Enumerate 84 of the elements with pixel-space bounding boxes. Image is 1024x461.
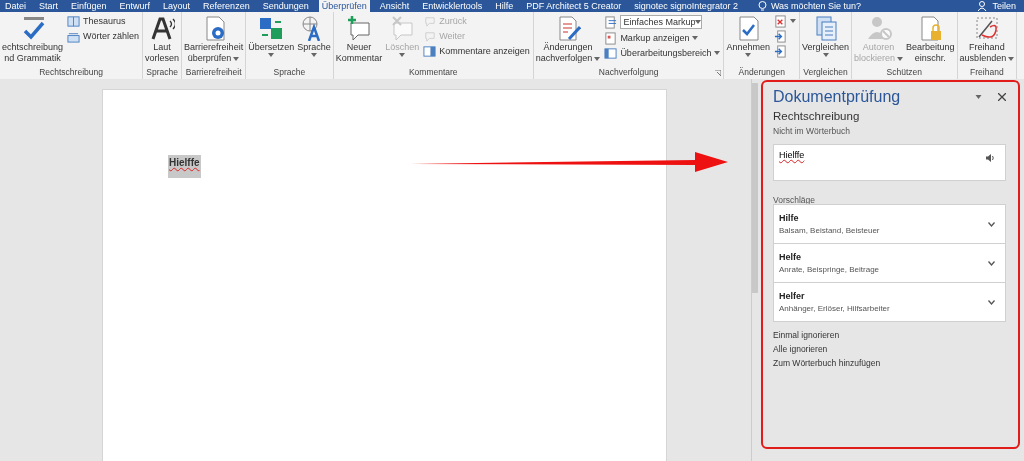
- ribbon-button[interactable]: Änderungen nachverfolgen: [534, 14, 602, 65]
- suggestion-word: Helfer: [779, 291, 806, 301]
- suggestions-label: Vorschläge: [773, 195, 817, 205]
- ribbon-tab[interactable]: Ansicht: [376, 0, 413, 12]
- ribbon-button[interactable]: Wörter zählen: [65, 29, 142, 43]
- group-label: Änderungen: [738, 67, 785, 79]
- translate-icon: [258, 15, 285, 41]
- delete-comment-icon: [389, 15, 416, 41]
- chevron-down-icon[interactable]: [988, 299, 995, 305]
- chevron-down-icon[interactable]: [988, 260, 995, 266]
- comments-panel-icon: [423, 44, 437, 58]
- new-comment-icon: [345, 15, 372, 41]
- error-reason: Nicht im Wörterbuch: [773, 126, 851, 136]
- ribbon-tab[interactable]: Layout: [160, 0, 194, 12]
- group-label: Kommentare: [408, 67, 458, 79]
- markup-icon: [604, 15, 618, 29]
- scrollbar-thumb[interactable]: [752, 83, 758, 293]
- person-block-icon: [865, 15, 892, 41]
- ribbon-tab[interactable]: Referenzen: [200, 0, 253, 12]
- group-label: Schützen: [886, 67, 923, 79]
- ribbon-tab[interactable]: Entwurf: [116, 0, 154, 12]
- ribbon-tab[interactable]: Datei: [2, 0, 29, 12]
- tell-me-field[interactable]: Was möchten Sie tun?: [757, 0, 862, 12]
- book-icon: [67, 14, 81, 28]
- comment-back-icon: [423, 14, 437, 28]
- ribbon-button[interactable]: Thesaurus: [65, 14, 142, 28]
- ribbon-button[interactable]: Vergleichen: [801, 14, 851, 58]
- group-label: Nachverfolgung: [598, 67, 659, 79]
- comment-forward-icon: [423, 29, 437, 43]
- action-link[interactable]: Einmal ignorieren: [773, 330, 1006, 340]
- review-pane-icon: [604, 46, 618, 60]
- ribbon-button[interactable]: Sprache: [296, 14, 332, 58]
- suggestion-word: Hilfe: [779, 213, 800, 223]
- ribbon-tab[interactable]: Entwicklertools: [419, 0, 486, 12]
- next-change-icon: [774, 44, 787, 58]
- ribbon-button[interactable]: Barrierefreiheit überprüfen: [183, 14, 245, 65]
- synonyms-text: Anrate, Beispringe, Beitrage: [779, 265, 881, 274]
- section-heading: Rechtschreibung: [773, 110, 861, 122]
- speaker-icon[interactable]: [986, 154, 995, 162]
- ribbon-button[interactable]: Annehmen: [725, 14, 771, 58]
- letter-a-sound-icon: [149, 15, 176, 41]
- ribbon-button[interactable]: echtschreibung nd Grammatik: [1, 14, 65, 65]
- ribbon-tab[interactable]: Hilfe: [492, 0, 517, 12]
- group-label: Sprache: [146, 67, 178, 79]
- group-label: Rechtschreibung: [39, 67, 103, 79]
- ribbon-tab[interactable]: Einfügen: [68, 0, 110, 12]
- ribbon-tab[interactable]: signotec signoIntegrator 2: [631, 0, 741, 12]
- close-icon[interactable]: [998, 93, 1006, 101]
- misspelled-word: Hielffe: [779, 150, 805, 161]
- ribbon-button[interactable]: Markup anzeigen: [602, 31, 723, 45]
- action-link[interactable]: Alle ignorieren: [773, 344, 1006, 354]
- share-button[interactable]: Teilen: [978, 1, 1024, 11]
- misspelled-word: Hielffe: [168, 155, 201, 178]
- ribbon-button[interactable]: Kommentare anzeigen: [421, 44, 532, 58]
- pen-stroke-icon: [973, 15, 1000, 41]
- action-link[interactable]: Zum Wörterbuch hinzufügen: [773, 358, 1006, 368]
- group-label: Vergleichen: [803, 67, 848, 79]
- ribbon-button[interactable]: Bearbeitung einschr.: [905, 14, 956, 65]
- synonyms-text: Balsam, Beistand, Beisteuer: [779, 226, 881, 235]
- ribbon-button[interactable]: Übersetzen: [247, 14, 296, 58]
- ribbon-tab[interactable]: Start: [36, 0, 62, 12]
- ribbon-tab[interactable]: Sendungen: [259, 0, 312, 12]
- caret-icon[interactable]: [975, 95, 982, 99]
- group-label: Sprache: [273, 67, 306, 79]
- dialog-launcher-icon[interactable]: [715, 70, 722, 76]
- ribbon-button[interactable]: Laut vorlesen: [144, 14, 181, 65]
- ribbon-tab[interactable]: PDF Architect 5 Creator: [523, 0, 625, 12]
- synonyms-text: Anhänger, Erlöser, Hilfsarbeiter: [779, 304, 891, 313]
- suggestion-item[interactable]: Hilfe Balsam, Beistand, Beisteuer: [773, 204, 1006, 244]
- previous-change-icon: [774, 29, 787, 43]
- chevron-down-icon[interactable]: [988, 221, 995, 227]
- ribbon-button[interactable]: [772, 14, 798, 28]
- suggestion-word: Helfe: [779, 252, 802, 262]
- ribbon-tab[interactable]: Überprüfen: [318, 0, 370, 12]
- document-icon: [604, 31, 618, 45]
- ribbon-button[interactable]: Überarbeitungsbereich: [602, 46, 723, 60]
- pane-title: Dokumentprüfung: [773, 88, 902, 106]
- suggestion-item[interactable]: Helfe Anrate, Beispringe, Beitrage: [773, 243, 1006, 283]
- group-label: Barrierefreiheit: [185, 67, 242, 79]
- group-label: Freihand: [970, 67, 1004, 79]
- suggestion-item[interactable]: Helfer Anhänger, Erlöser, Hilfsarbeiter: [773, 282, 1006, 322]
- ribbon-button[interactable]: Freihand ausblenden: [958, 14, 1016, 65]
- markup-dropdown[interactable]: Einfaches Markup: [620, 15, 703, 29]
- ribbon-button[interactable]: Neuer Kommentar: [334, 14, 384, 65]
